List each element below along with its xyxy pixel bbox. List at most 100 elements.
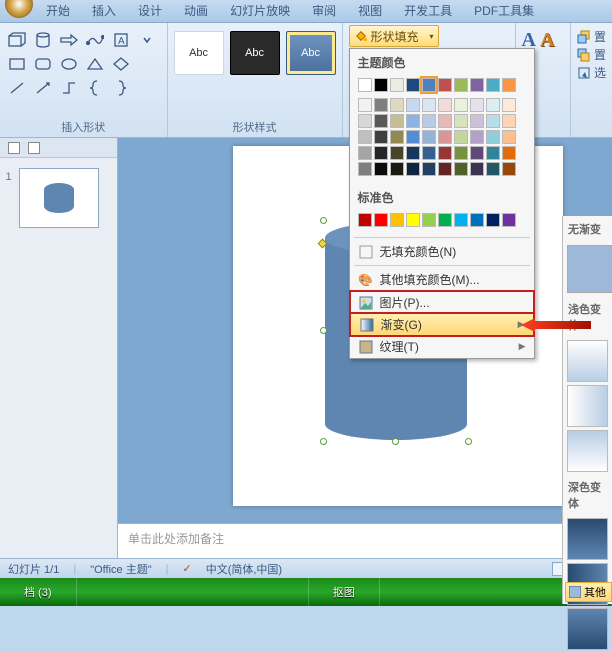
color-swatch[interactable] [358, 162, 372, 176]
color-swatch[interactable] [454, 213, 468, 227]
color-swatch[interactable] [406, 213, 420, 227]
color-swatch[interactable] [406, 78, 420, 92]
color-swatch[interactable] [358, 213, 372, 227]
color-swatch[interactable] [486, 146, 500, 160]
color-swatch[interactable] [358, 146, 372, 160]
color-swatch[interactable] [502, 130, 516, 144]
taskbar-item-crop[interactable]: 抠图 [309, 578, 380, 606]
tab-dev[interactable]: 开发工具 [393, 0, 463, 22]
color-swatch[interactable] [438, 146, 452, 160]
color-swatch[interactable] [470, 114, 484, 128]
color-swatch[interactable] [502, 162, 516, 176]
color-swatch[interactable] [358, 98, 372, 112]
color-swatch[interactable] [422, 213, 436, 227]
selection-pane-btn[interactable]: 选 [577, 64, 606, 81]
slide-thumbnail-1[interactable]: 1 [19, 168, 99, 228]
gradient-fill-item[interactable]: 渐变(G) ▶ [350, 313, 534, 336]
color-swatch[interactable] [502, 98, 516, 112]
no-fill-item[interactable]: 无填充颜色(N) [350, 240, 534, 263]
color-swatch[interactable] [374, 162, 388, 176]
tab-view[interactable]: 视图 [347, 0, 393, 22]
shape-brace2-icon[interactable] [110, 77, 132, 99]
color-swatch[interactable] [470, 78, 484, 92]
color-swatch[interactable] [454, 146, 468, 160]
color-swatch[interactable] [470, 146, 484, 160]
gradient-variant[interactable] [567, 385, 608, 427]
color-swatch[interactable] [390, 130, 404, 144]
color-swatch[interactable] [502, 213, 516, 227]
no-gradient-swatch[interactable] [567, 245, 612, 293]
shape-rect-icon[interactable] [6, 53, 28, 75]
shape-textbox-icon[interactable]: A [110, 29, 132, 51]
color-swatch[interactable] [390, 146, 404, 160]
more-gradients-item[interactable]: 其他 [565, 582, 612, 602]
color-swatch[interactable] [486, 98, 500, 112]
wordart-A2-icon[interactable]: A [540, 29, 554, 52]
color-swatch[interactable] [406, 130, 420, 144]
color-swatch[interactable] [374, 114, 388, 128]
color-swatch[interactable] [374, 78, 388, 92]
color-swatch[interactable] [374, 130, 388, 144]
shape-cylinder-icon[interactable] [32, 29, 54, 51]
color-swatch[interactable] [422, 78, 436, 92]
gradient-variant[interactable] [567, 340, 608, 382]
tab-insert[interactable]: 插入 [81, 0, 127, 22]
color-swatch[interactable] [406, 114, 420, 128]
tab-slideshow[interactable]: 幻灯片放映 [219, 0, 301, 22]
resize-handle-w[interactable] [320, 327, 327, 334]
color-swatch[interactable] [502, 78, 516, 92]
color-swatch[interactable] [454, 162, 468, 176]
color-swatch[interactable] [454, 130, 468, 144]
color-swatch[interactable] [502, 114, 516, 128]
style-preset-3[interactable]: Abc [286, 31, 336, 75]
color-swatch[interactable] [406, 162, 420, 176]
gradient-variant[interactable] [567, 518, 608, 560]
color-swatch[interactable] [422, 98, 436, 112]
color-swatch[interactable] [390, 78, 404, 92]
color-swatch[interactable] [438, 114, 452, 128]
color-swatch[interactable] [422, 146, 436, 160]
shape-ellipse-icon[interactable] [58, 53, 80, 75]
tab-animation[interactable]: 动画 [173, 0, 219, 22]
tab-design[interactable]: 设计 [127, 0, 173, 22]
shape-rect3d-icon[interactable] [6, 29, 28, 51]
color-swatch[interactable] [438, 162, 452, 176]
gradient-variant[interactable] [567, 430, 608, 472]
color-swatch[interactable] [438, 130, 452, 144]
color-swatch[interactable] [454, 98, 468, 112]
color-swatch[interactable] [374, 146, 388, 160]
color-swatch[interactable] [406, 146, 420, 160]
language-status[interactable]: 中文(简体,中国) [206, 561, 282, 577]
shape-arrow-icon[interactable] [58, 29, 80, 51]
picture-fill-item[interactable]: 图片(P)... [350, 291, 534, 314]
gradient-variant[interactable] [567, 608, 608, 650]
color-swatch[interactable] [390, 114, 404, 128]
color-swatch[interactable] [486, 162, 500, 176]
color-swatch[interactable] [454, 78, 468, 92]
color-swatch[interactable] [438, 78, 452, 92]
color-swatch[interactable] [358, 130, 372, 144]
shape-line-icon[interactable] [6, 77, 28, 99]
color-swatch[interactable] [438, 213, 452, 227]
more-caret-icon[interactable] [136, 29, 158, 51]
send-back-btn[interactable]: 置 [577, 46, 606, 63]
shape-linearrow-icon[interactable] [32, 77, 54, 99]
resize-handle-nw[interactable] [320, 217, 327, 224]
color-swatch[interactable] [486, 130, 500, 144]
bring-front-btn[interactable]: 置 [577, 28, 606, 45]
color-swatch[interactable] [470, 213, 484, 227]
color-swatch[interactable] [486, 114, 500, 128]
color-swatch[interactable] [470, 162, 484, 176]
color-swatch[interactable] [422, 130, 436, 144]
resize-handle-s[interactable] [392, 438, 399, 445]
color-swatch[interactable] [438, 98, 452, 112]
texture-fill-item[interactable]: 纹理(T) ▶ [350, 335, 534, 358]
shape-brace-icon[interactable] [84, 77, 106, 99]
slides-tab-icon[interactable] [28, 142, 40, 154]
shape-editpoints-icon[interactable] [84, 29, 106, 51]
spellcheck-icon[interactable]: ✓ [182, 562, 191, 575]
style-preset-2[interactable]: Abc [230, 31, 280, 75]
tab-home[interactable]: 开始 [35, 0, 81, 22]
color-swatch[interactable] [470, 98, 484, 112]
outline-tab-icon[interactable] [8, 142, 20, 154]
